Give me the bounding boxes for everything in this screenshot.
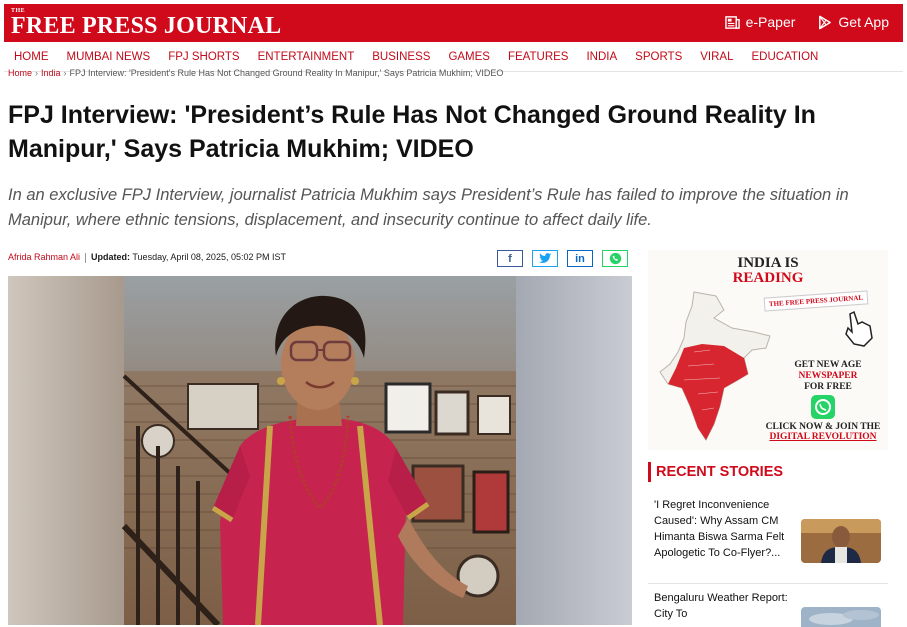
twitter-bird-icon	[538, 253, 551, 263]
updated-label: Updated:	[91, 252, 131, 262]
article-byline: Afrida Rahman Ali Updated: Tuesday, April…	[8, 252, 286, 263]
story-thumbnail-image	[801, 607, 881, 627]
article-summary: In an exclusive FPJ Interview, journalis…	[8, 186, 849, 229]
recent-story-thumbnail[interactable]	[801, 607, 881, 627]
chevron-right-icon: ›	[35, 68, 39, 78]
recent-story-item[interactable]: 'I Regret Inconvenience Caused': Why Ass…	[648, 497, 888, 581]
breadcrumb-india[interactable]: India	[41, 68, 61, 78]
ad-line-get: GET NEW AGE	[794, 360, 862, 370]
nav-item-viral[interactable]: VIRAL	[700, 51, 733, 63]
ad-line-newspaper: NEWSPAPER	[798, 371, 858, 381]
twitter-share-button[interactable]	[532, 250, 558, 267]
linkedin-icon: in	[575, 252, 585, 265]
whatsapp-icon	[609, 252, 621, 265]
share-buttons: f in	[497, 250, 628, 267]
epaper-link[interactable]: e-Paper	[724, 14, 796, 30]
top-header-bar: THE FREE PRESS JOURNAL e-Paper Get App	[4, 4, 903, 42]
article-headline: FPJ Interview: 'President’s Rule Has Not…	[8, 101, 816, 163]
nav-item-sports[interactable]: SPORTS	[635, 51, 682, 63]
get-app-label: Get App	[838, 14, 889, 30]
story-thumbnail-image	[801, 519, 881, 563]
author-link[interactable]: Afrida Rahman Ali	[8, 252, 80, 262]
recent-story-title[interactable]: Bengaluru Weather Report: City To	[654, 590, 794, 622]
nav-item-fpj-shorts[interactable]: FPJ SHORTS	[168, 51, 239, 63]
facebook-share-button[interactable]: f	[497, 250, 523, 267]
nav-item-india[interactable]: INDIA	[586, 51, 617, 63]
nav-item-home[interactable]: HOME	[14, 51, 49, 63]
ad-offer-text: GET NEW AGE NEWSPAPER FOR FREE	[778, 360, 878, 393]
ad-title-line2: READING	[732, 270, 804, 286]
india-map-illustration	[659, 291, 771, 441]
nav-item-features[interactable]: FEATURES	[508, 51, 569, 63]
get-app-link[interactable]: Get App	[817, 14, 889, 30]
recent-stories-heading: RECENT STORIES	[648, 462, 888, 482]
nav-item-mumbai-news[interactable]: MUMBAI NEWS	[67, 51, 151, 63]
nav-item-games[interactable]: GAMES	[448, 51, 490, 63]
whatsapp-icon	[811, 395, 835, 419]
recent-story-thumbnail[interactable]	[801, 519, 881, 563]
whatsapp-share-button[interactable]	[602, 250, 628, 267]
nav-item-education[interactable]: EDUCATION	[751, 51, 818, 63]
updated-timestamp: Tuesday, April 08, 2025, 05:02 PM IST	[132, 252, 286, 262]
breadcrumb: Home › India › FPJ Interview: 'President's R…	[8, 68, 503, 78]
newspaper-icon	[724, 15, 740, 29]
nav-item-business[interactable]: BUSINESS	[372, 51, 430, 63]
byline-divider	[85, 252, 87, 263]
breadcrumb-home[interactable]: Home	[8, 68, 32, 78]
nav-item-entertainment[interactable]: ENTERTAINMENT	[258, 51, 355, 63]
linkedin-share-button[interactable]: in	[567, 250, 593, 267]
breadcrumb-current: FPJ Interview: 'President's Rule Has Not…	[69, 68, 504, 78]
hero-photo	[8, 276, 632, 625]
recent-story-title[interactable]: 'I Regret Inconvenience Caused': Why Ass…	[654, 497, 794, 561]
facebook-icon: f	[508, 252, 512, 265]
chevron-right-icon: ›	[63, 68, 67, 78]
pointing-hand-icon	[845, 310, 873, 347]
article-hero-image[interactable]	[8, 276, 632, 625]
epaper-label: e-Paper	[745, 14, 796, 30]
logo-name: FREE PRESS JOURNAL	[11, 13, 282, 39]
epaper-ad-banner[interactable]: INDIA IS READING THE FREE PRESS JOURNAL …	[648, 250, 888, 450]
ad-cta-text: CLICK NOW & JOIN THE DIGITAL REVOLUTION	[758, 422, 888, 442]
ad-cta-line1: CLICK NOW & JOIN THE	[765, 422, 881, 432]
recent-story-item[interactable]: Bengaluru Weather Report: City To	[648, 590, 888, 627]
ad-cta-line2: DIGITAL REVOLUTION	[769, 432, 877, 442]
ad-line-free: FOR FREE	[804, 382, 852, 392]
play-store-icon	[819, 15, 832, 29]
story-divider	[648, 583, 888, 584]
